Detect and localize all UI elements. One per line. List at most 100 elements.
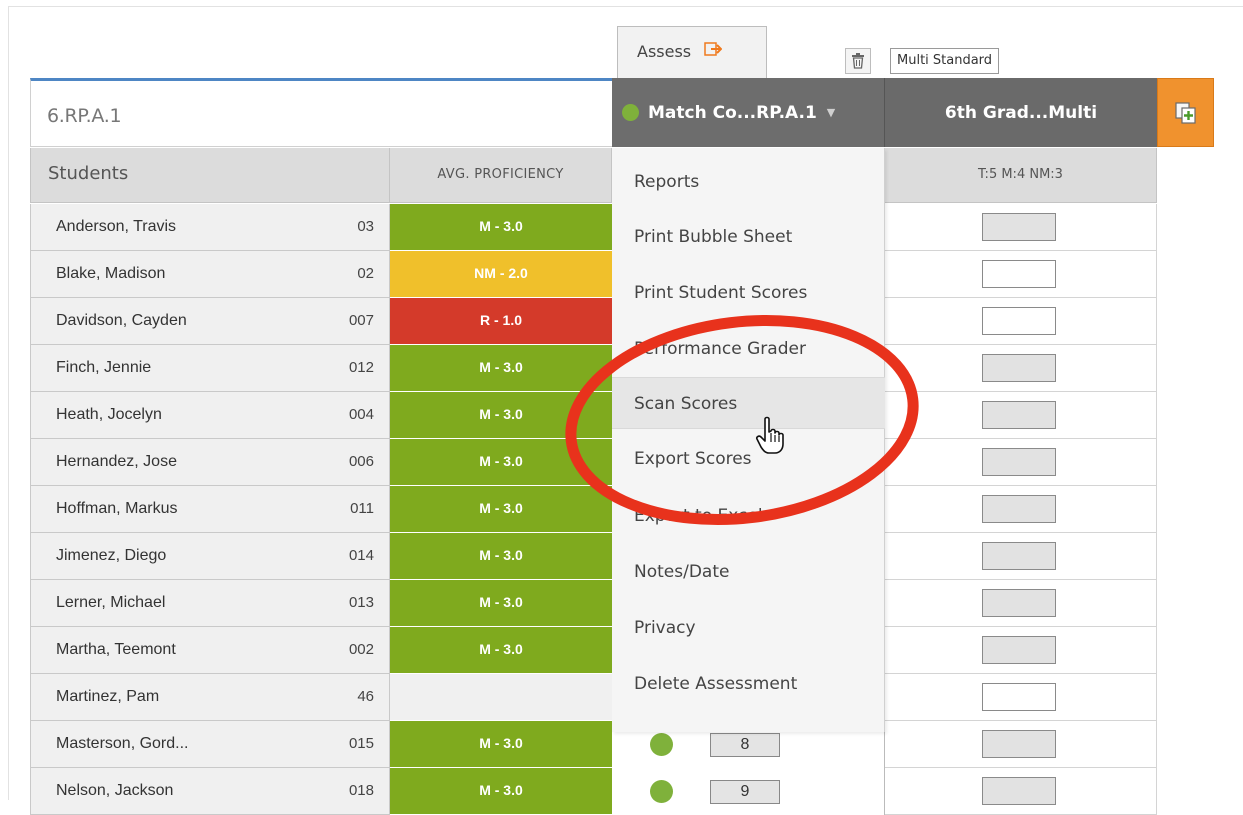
- multi-score-cell: [885, 204, 1157, 251]
- student-name[interactable]: Blake, Madison: [56, 265, 165, 283]
- student-row[interactable]: Heath, Jocelyn 004 M - 3.0: [30, 392, 1157, 439]
- student-name-cell[interactable]: Blake, Madison 02: [30, 251, 390, 298]
- student-name[interactable]: Nelson, Jackson: [56, 782, 173, 800]
- add-copy-icon: [1174, 101, 1196, 124]
- student-name-cell[interactable]: Jimenez, Diego 014: [30, 533, 390, 580]
- student-name[interactable]: Davidson, Cayden: [56, 312, 187, 330]
- menu-item-export-scores[interactable]: Export Scores: [612, 433, 885, 485]
- multi-score-cell: [885, 533, 1157, 580]
- multi-score-cell: [885, 674, 1157, 721]
- score-entry-box[interactable]: [982, 589, 1056, 617]
- menu-item-print-bubble-sheet[interactable]: Print Bubble Sheet: [612, 211, 885, 263]
- score-entry-box[interactable]: [982, 401, 1056, 429]
- avg-proficiency-cell: M - 3.0: [390, 627, 612, 674]
- student-id: 014: [348, 547, 374, 564]
- student-id: 002: [348, 641, 374, 658]
- score-entry-box[interactable]: [982, 448, 1056, 476]
- student-id: 006: [348, 453, 374, 470]
- avg-proficiency-column-header[interactable]: AVG. PROFICIENCY: [390, 148, 612, 203]
- multi-score-cell: [885, 439, 1157, 486]
- student-row[interactable]: Martha, Teemont 002 M - 3.0: [30, 627, 1157, 674]
- assessment-dropdown[interactable]: Match Co...RP.A.1 ▼: [612, 78, 885, 147]
- students-column-header[interactable]: Students: [30, 148, 390, 203]
- menu-item-notes-date[interactable]: Notes/Date: [612, 546, 885, 598]
- multi-score-cell: [885, 298, 1157, 345]
- status-dot-icon: [650, 733, 673, 756]
- score-input[interactable]: 8: [710, 733, 780, 757]
- student-id: 46: [357, 688, 374, 705]
- student-name[interactable]: Heath, Jocelyn: [56, 406, 162, 424]
- score-entry-box[interactable]: [982, 683, 1056, 711]
- standard-header: 6.RP.A.1: [30, 78, 612, 147]
- student-id: 013: [348, 594, 374, 611]
- assess-tab[interactable]: Assess: [617, 26, 767, 78]
- caret-down-icon: ▼: [826, 106, 836, 119]
- score-input[interactable]: 9: [710, 780, 780, 804]
- menu-item-privacy[interactable]: Privacy: [612, 602, 885, 654]
- student-name[interactable]: Martinez, Pam: [56, 688, 159, 706]
- score-entry-box[interactable]: [982, 354, 1056, 382]
- trash-icon[interactable]: [845, 48, 871, 74]
- student-id: 011: [350, 500, 374, 517]
- student-row[interactable]: Finch, Jennie 012 M - 3.0: [30, 345, 1157, 392]
- menu-item-scan-scores[interactable]: Scan Scores: [612, 377, 885, 429]
- score-summary-label: T:5 M:4 NM:3: [978, 167, 1063, 182]
- multi-standard-tag[interactable]: Multi Standard: [890, 48, 1000, 74]
- student-id: 007: [348, 312, 374, 329]
- score-entry-box[interactable]: [982, 730, 1056, 758]
- student-name-cell[interactable]: Martinez, Pam 46: [30, 674, 390, 721]
- score-entry-box[interactable]: [982, 636, 1056, 664]
- score-entry-box[interactable]: [982, 777, 1056, 805]
- student-row[interactable]: Jimenez, Diego 014 M - 3.0: [30, 533, 1157, 580]
- student-name[interactable]: Martha, Teemont: [56, 641, 176, 659]
- score-entry-box[interactable]: [982, 542, 1056, 570]
- student-id: 012: [348, 359, 374, 376]
- student-name[interactable]: Finch, Jennie: [56, 359, 151, 377]
- student-row[interactable]: Blake, Madison 02 NM - 2.0: [30, 251, 1157, 298]
- multi-score-cell: [885, 721, 1157, 768]
- student-name[interactable]: Lerner, Michael: [56, 594, 165, 612]
- add-assessment-button[interactable]: [1157, 78, 1214, 147]
- menu-item-performance-grader[interactable]: Performance Grader: [612, 323, 885, 375]
- student-name-cell[interactable]: Nelson, Jackson 018: [30, 768, 390, 815]
- student-row[interactable]: Davidson, Cayden 007 R - 1.0: [30, 298, 1157, 345]
- assessment-column-header[interactable]: 6th Grad...Multi: [885, 78, 1157, 147]
- student-row[interactable]: Anderson, Travis 03 M - 3.0: [30, 204, 1157, 251]
- student-name-cell[interactable]: Heath, Jocelyn 004: [30, 392, 390, 439]
- score-entry-box[interactable]: [982, 260, 1056, 288]
- menu-item-export-to-excel[interactable]: Export to Excel: [612, 490, 885, 542]
- student-name-cell[interactable]: Lerner, Michael 013: [30, 580, 390, 627]
- student-name-cell[interactable]: Finch, Jennie 012: [30, 345, 390, 392]
- avg-proficiency-cell: M - 3.0: [390, 768, 612, 815]
- score-entry-box[interactable]: [982, 307, 1056, 335]
- student-name-cell[interactable]: Masterson, Gord... 015: [30, 721, 390, 768]
- left-border: [8, 6, 9, 800]
- multi-score-cell: [885, 580, 1157, 627]
- student-name[interactable]: Anderson, Travis: [56, 218, 176, 236]
- student-name-cell[interactable]: Martha, Teemont 002: [30, 627, 390, 674]
- student-row[interactable]: Hoffman, Markus 011 M - 3.0: [30, 486, 1157, 533]
- student-id: 02: [357, 265, 374, 282]
- student-row[interactable]: Masterson, Gord... 015 M - 3.0 8: [30, 721, 1157, 768]
- student-row[interactable]: Lerner, Michael 013 M - 3.0: [30, 580, 1157, 627]
- student-name-cell[interactable]: Hernandez, Jose 006: [30, 439, 390, 486]
- score-entry-box[interactable]: [982, 213, 1056, 241]
- avg-proficiency-cell: M - 3.0: [390, 721, 612, 768]
- student-name[interactable]: Hernandez, Jose: [56, 453, 177, 471]
- student-row[interactable]: Nelson, Jackson 018 M - 3.0 9: [30, 768, 1157, 815]
- score-entry-box[interactable]: [982, 495, 1056, 523]
- student-id: 004: [348, 406, 374, 423]
- student-name-cell[interactable]: Anderson, Travis 03: [30, 204, 390, 251]
- menu-item-reports[interactable]: Reports: [612, 156, 885, 208]
- student-name[interactable]: Jimenez, Diego: [56, 547, 166, 565]
- assessment-title: Match Co...RP.A.1: [648, 102, 817, 123]
- student-name-cell[interactable]: Davidson, Cayden 007: [30, 298, 390, 345]
- menu-item-print-student-scores[interactable]: Print Student Scores: [612, 267, 885, 319]
- student-name[interactable]: Masterson, Gord...: [56, 735, 189, 753]
- student-row[interactable]: Martinez, Pam 46: [30, 674, 1157, 721]
- avg-proficiency-cell: [390, 674, 612, 721]
- student-name-cell[interactable]: Hoffman, Markus 011: [30, 486, 390, 533]
- student-row[interactable]: Hernandez, Jose 006 M - 3.0: [30, 439, 1157, 486]
- menu-item-delete-assessment[interactable]: Delete Assessment: [612, 658, 885, 710]
- student-name[interactable]: Hoffman, Markus: [56, 500, 178, 518]
